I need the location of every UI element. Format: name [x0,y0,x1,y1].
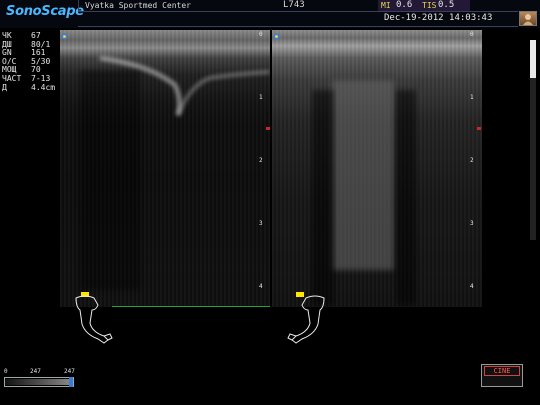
gray-bar-gradient [5,379,71,385]
user-button[interactable] [519,11,537,26]
depth-label: 1 [259,94,263,101]
param-label: Д [2,82,7,92]
cine-button[interactable]: CINE [484,366,520,376]
tis-value: 0.5 [438,0,455,10]
gray-bar-knob[interactable] [69,377,73,387]
gray-bar-min: 0 [4,368,8,375]
mi-label: MI [381,1,391,10]
cine-scroll-thumb[interactable] [530,40,536,78]
probe-position-icon [287,292,325,344]
institution-name: Vyatka Sportmed Center [85,1,191,10]
header-divider [78,11,518,12]
gray-bar-mid: 247 [30,368,41,375]
depth-label: 1 [470,94,474,101]
focus-marker [477,127,481,130]
depth-label: 0 [470,31,474,38]
orientation-marker-icon [273,33,280,40]
header-divider [78,26,518,27]
depth-label: 2 [259,157,263,164]
depth-label: 4 [259,283,263,290]
tissue-structures-right [312,80,416,305]
orientation-marker-icon [61,33,68,40]
tissue-structures-left [80,56,270,290]
probe-name: L743 [283,0,305,10]
tis-label: TIS [422,1,437,10]
mi-value: 0.6 [396,0,413,10]
depth-label: 0 [259,31,263,38]
user-avatar-icon [523,14,533,25]
ultrasound-image-left[interactable] [60,30,270,307]
ultrasound-image-right[interactable] [272,30,482,307]
body-mark-arm-icon [75,292,113,344]
depth-label: 2 [470,157,474,164]
header-separator [78,0,79,11]
imaging-parameters: ЧК 67 ДШ 80/1 GN 161 O/C 5/30 МОЩ 70 ЧАСТ 7-13… [2,31,56,93]
gray-bar-max: 247 [64,368,75,375]
frame-baseline [112,306,270,307]
depth-label: 4 [470,283,474,290]
datetime: Dec-19-2012 14:03:43 [384,13,493,23]
brand-logo: SonoScape [6,4,84,19]
param-value: 4.4cm [31,82,56,92]
depth-label: 3 [470,220,474,227]
focus-marker [266,127,270,130]
depth-label: 3 [259,220,263,227]
param-row: Д 4.4cm [2,82,56,93]
